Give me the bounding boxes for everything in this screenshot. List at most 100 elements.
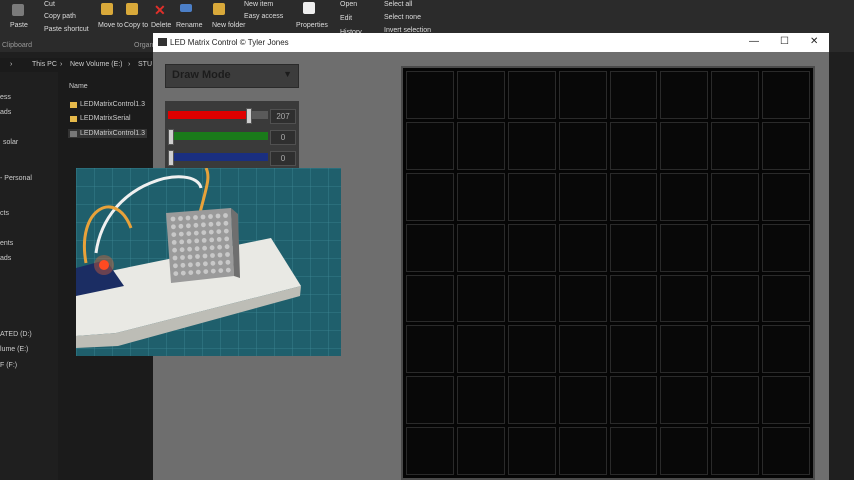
green-value[interactable]: 0: [270, 130, 296, 145]
nav-item[interactable]: ents: [0, 240, 13, 247]
led-cell[interactable]: [609, 274, 658, 323]
led-cell[interactable]: [711, 325, 760, 374]
cut-button[interactable]: Cut: [44, 1, 55, 8]
led-cell[interactable]: [507, 325, 556, 374]
led-cell[interactable]: [456, 172, 505, 221]
led-cell[interactable]: [660, 71, 709, 119]
led-cell[interactable]: [558, 325, 607, 374]
edit-button[interactable]: Edit: [340, 15, 352, 22]
led-cell[interactable]: [660, 121, 709, 170]
led-cell[interactable]: [456, 223, 505, 272]
paste-button[interactable]: Paste: [10, 22, 28, 29]
new-item-button[interactable]: New item: [244, 1, 273, 8]
green-slider-handle[interactable]: [168, 129, 174, 145]
rename-button[interactable]: Rename: [176, 22, 202, 29]
led-cell[interactable]: [711, 121, 760, 170]
led-cell[interactable]: [762, 274, 810, 323]
led-cell[interactable]: [711, 274, 760, 323]
led-cell[interactable]: [609, 325, 658, 374]
led-cell[interactable]: [558, 274, 607, 323]
led-cell[interactable]: [711, 172, 760, 221]
led-cell[interactable]: [660, 223, 709, 272]
address-bar[interactable]: › This PC › New Volume (E:) › STU: [0, 58, 155, 72]
led-cell[interactable]: [456, 325, 505, 374]
led-cell[interactable]: [507, 376, 556, 425]
mode-select[interactable]: Draw Mode ▼: [165, 64, 299, 88]
blue-slider-handle[interactable]: [168, 150, 174, 166]
led-cell[interactable]: [406, 71, 454, 119]
red-slider[interactable]: [168, 111, 268, 119]
nav-item[interactable]: cts: [0, 210, 9, 217]
nav-item[interactable]: ess: [0, 94, 11, 101]
select-all-button[interactable]: Select all: [384, 1, 412, 8]
led-cell[interactable]: [609, 121, 658, 170]
list-item[interactable]: LEDMatrixSerial: [70, 115, 131, 122]
led-cell[interactable]: [456, 71, 505, 119]
led-cell[interactable]: [558, 223, 607, 272]
led-cell[interactable]: [507, 427, 556, 475]
led-cell[interactable]: [558, 427, 607, 475]
breadcrumb-folder[interactable]: STU: [138, 58, 152, 72]
led-cell[interactable]: [507, 172, 556, 221]
led-cell[interactable]: [406, 172, 454, 221]
title-bar[interactable]: LED Matrix Control © Tyler Jones — ☐ ✕: [153, 33, 829, 52]
led-cell[interactable]: [660, 325, 709, 374]
breadcrumb-this-pc[interactable]: This PC: [32, 58, 57, 72]
column-header-name[interactable]: Name: [69, 83, 88, 90]
led-cell[interactable]: [762, 121, 810, 170]
led-cell[interactable]: [507, 71, 556, 119]
led-cell[interactable]: [558, 172, 607, 221]
led-cell[interactable]: [609, 376, 658, 425]
led-cell[interactable]: [456, 376, 505, 425]
copy-to-button[interactable]: Copy to: [124, 22, 148, 29]
new-folder-button[interactable]: New folder: [212, 22, 245, 29]
list-item[interactable]: LEDMatrixControl1.3: [70, 101, 145, 108]
blue-value[interactable]: 0: [270, 151, 296, 166]
led-cell[interactable]: [660, 376, 709, 425]
led-cell[interactable]: [711, 71, 760, 119]
led-cell[interactable]: [406, 427, 454, 475]
led-cell[interactable]: [762, 376, 810, 425]
nav-item[interactable]: lume (E:): [0, 346, 28, 353]
nav-item[interactable]: F (F:): [0, 362, 17, 369]
led-cell[interactable]: [660, 172, 709, 221]
red-slider-handle[interactable]: [245, 108, 252, 124]
led-matrix-grid[interactable]: [401, 66, 815, 480]
close-button[interactable]: ✕: [810, 36, 818, 47]
led-cell[interactable]: [762, 223, 810, 272]
properties-button[interactable]: Properties: [296, 22, 328, 29]
led-cell[interactable]: [609, 223, 658, 272]
breadcrumb-volume[interactable]: New Volume (E:): [70, 58, 123, 72]
copy-path-button[interactable]: Copy path: [44, 13, 76, 20]
move-to-button[interactable]: Move to: [98, 22, 123, 29]
led-cell[interactable]: [762, 325, 810, 374]
led-cell[interactable]: [507, 274, 556, 323]
maximize-button[interactable]: ☐: [780, 36, 789, 47]
led-cell[interactable]: [456, 427, 505, 475]
nav-item[interactable]: solar: [3, 139, 18, 146]
led-cell[interactable]: [762, 71, 810, 119]
led-cell[interactable]: [406, 223, 454, 272]
nav-item[interactable]: ATED (D:): [0, 331, 32, 338]
led-cell[interactable]: [711, 427, 760, 475]
open-button[interactable]: Open: [340, 1, 357, 8]
nav-item[interactable]: ads: [0, 255, 11, 262]
led-cell[interactable]: [711, 376, 760, 425]
led-cell[interactable]: [660, 274, 709, 323]
led-cell[interactable]: [711, 223, 760, 272]
led-cell[interactable]: [456, 121, 505, 170]
led-cell[interactable]: [406, 274, 454, 323]
led-cell[interactable]: [558, 71, 607, 119]
led-cell[interactable]: [660, 427, 709, 475]
red-value[interactable]: 207: [270, 109, 296, 124]
blue-slider[interactable]: [168, 153, 268, 161]
led-cell[interactable]: [762, 172, 810, 221]
led-cell[interactable]: [406, 121, 454, 170]
led-cell[interactable]: [609, 172, 658, 221]
led-cell[interactable]: [558, 121, 607, 170]
nav-item[interactable]: - Personal: [0, 175, 32, 182]
minimize-button[interactable]: —: [749, 36, 759, 47]
led-cell[interactable]: [406, 376, 454, 425]
led-cell[interactable]: [609, 427, 658, 475]
delete-button[interactable]: Delete: [151, 22, 171, 29]
